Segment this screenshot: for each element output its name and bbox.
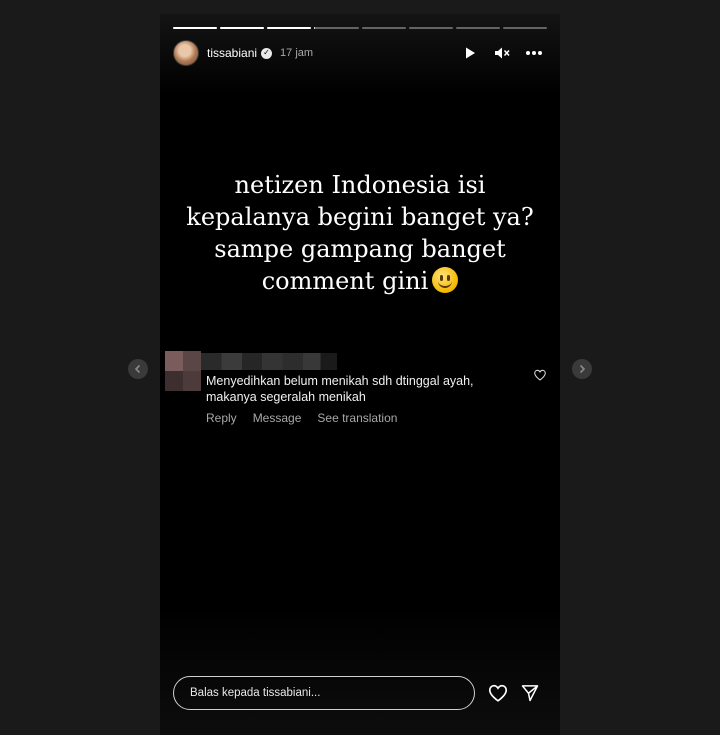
- reply-placeholder: Balas kepada tissabiani...: [190, 687, 321, 699]
- heart-icon: [488, 684, 508, 702]
- comment-reply-link: Reply: [206, 411, 237, 425]
- story-viewer[interactable]: tissabiani ✓ 17 jam netizen Indonesia is…: [160, 14, 560, 735]
- previous-story-button[interactable]: [128, 359, 148, 379]
- caption-line-last: comment gini: [160, 265, 560, 297]
- progress-segment: [173, 27, 218, 29]
- progress-segment: [267, 27, 312, 29]
- send-button[interactable]: [519, 682, 541, 704]
- comment-actions: Reply Message See translation: [206, 411, 397, 425]
- screenshot-comment: Menyedihkan belum menikah sdh dtinggal a…: [165, 351, 555, 431]
- more-options-button[interactable]: [525, 44, 543, 62]
- progress-segment: [502, 27, 547, 29]
- paper-plane-icon: [521, 685, 539, 702]
- caption-line: kepalanya begini banget ya?: [186, 203, 534, 231]
- story-username[interactable]: tissabiani: [207, 46, 257, 60]
- progress-segment: [361, 27, 406, 29]
- mute-button[interactable]: [493, 44, 511, 62]
- progress-fill: [220, 27, 265, 29]
- blurred-commenter-username: [201, 353, 337, 370]
- next-story-button[interactable]: [572, 359, 592, 379]
- play-icon: [466, 47, 475, 59]
- progress-segment: [314, 27, 359, 29]
- story-progress-bar: [173, 27, 547, 29]
- progress-segment: [220, 27, 265, 29]
- chevron-right-icon: [579, 364, 586, 374]
- chevron-left-icon: [134, 364, 141, 374]
- verified-badge-icon: ✓: [261, 47, 273, 59]
- play-button[interactable]: [461, 44, 479, 62]
- comment-like-icon: [534, 369, 546, 381]
- blurred-commenter-avatar: [165, 351, 201, 391]
- progress-fill: [173, 27, 218, 29]
- slightly-smiling-face-icon: [432, 267, 459, 293]
- like-story-button[interactable]: [487, 682, 509, 704]
- comment-translate-link: See translation: [317, 411, 398, 425]
- story-header: tissabiani ✓ 17 jam: [173, 40, 547, 66]
- comment-message-link: Message: [252, 411, 302, 425]
- reply-bar: Balas kepada tissabiani...: [173, 675, 547, 711]
- muted-speaker-icon: [495, 47, 510, 59]
- progress-segment: [408, 27, 453, 29]
- story-timestamp: 17 jam: [280, 47, 314, 59]
- progress-segment: [455, 27, 500, 29]
- comment-text-line: Menyedihkan belum menikah sdh dtinggal a…: [206, 374, 474, 388]
- progress-fill: [314, 27, 316, 29]
- avatar[interactable]: [173, 40, 199, 66]
- reply-input[interactable]: Balas kepada tissabiani...: [173, 676, 475, 710]
- comment-text: Menyedihkan belum menikah sdh dtinggal a…: [206, 373, 526, 405]
- comment-text-line: makanya segeralah menikah: [206, 390, 366, 404]
- caption-line: netizen Indonesia isi: [234, 171, 486, 199]
- progress-fill: [267, 27, 312, 29]
- caption-line-text: comment gini: [261, 267, 429, 295]
- caption-line: sampe gampang banget: [214, 235, 506, 263]
- bottom-gradient: [160, 605, 560, 735]
- story-caption: netizen Indonesia isi kepalanya begini b…: [160, 169, 560, 297]
- more-horizontal-icon: [526, 51, 542, 55]
- header-actions: [461, 44, 547, 62]
